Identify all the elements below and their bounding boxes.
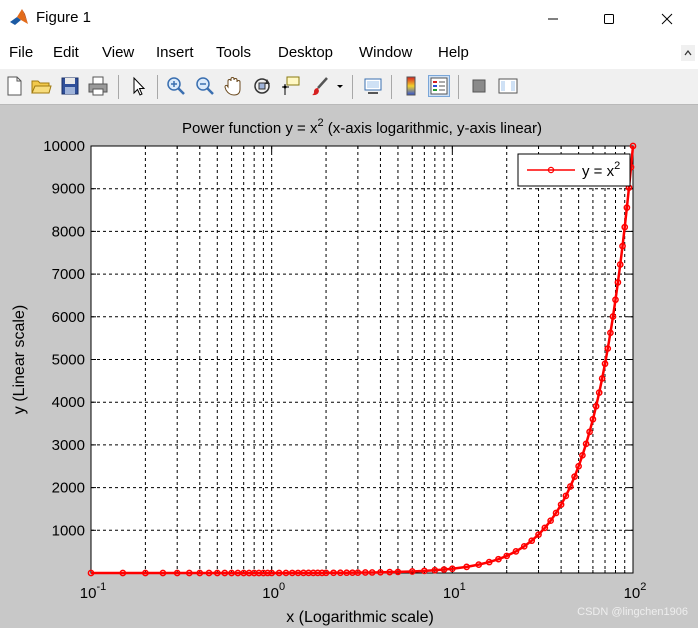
menu-file[interactable]: File	[9, 44, 33, 61]
menu-dock-arrow[interactable]	[681, 45, 695, 61]
zoom-out-icon[interactable]	[194, 75, 216, 97]
menu-window[interactable]: Window	[359, 44, 412, 61]
insert-colorbar-icon[interactable]	[400, 75, 422, 97]
legend: y = x2	[517, 153, 631, 187]
maximize-button[interactable]	[586, 0, 632, 37]
menu-tools[interactable]: Tools	[216, 44, 251, 61]
hide-plot-tools-icon[interactable]	[468, 75, 490, 97]
insert-legend-button[interactable]	[428, 75, 450, 97]
link-plot-icon[interactable]	[362, 75, 384, 97]
menu-view[interactable]: View	[102, 44, 134, 61]
brush-icon[interactable]	[309, 75, 331, 97]
edit-plot-cursor-icon[interactable]	[127, 75, 149, 97]
close-button[interactable]	[644, 0, 690, 37]
menu-edit[interactable]: Edit	[53, 44, 79, 61]
x-tick-label: 101	[443, 581, 466, 602]
print-figure-icon[interactable]	[87, 75, 109, 97]
open-file-icon[interactable]	[30, 75, 52, 97]
y-tick-label: 7000	[52, 266, 85, 283]
menu-insert[interactable]: Insert	[156, 44, 194, 61]
x-axis-label: x (Logarithmic scale)	[286, 609, 434, 626]
toolbar-separator	[352, 75, 353, 99]
y-tick-label: 6000	[52, 309, 85, 326]
y-tick-label: 8000	[52, 223, 85, 240]
maximize-icon	[604, 13, 614, 24]
toolbar-separator	[458, 75, 459, 99]
new-figure-icon[interactable]	[3, 75, 25, 97]
zoom-in-icon[interactable]	[165, 75, 187, 97]
pan-hand-icon[interactable]	[222, 75, 244, 97]
x-tick-label: 100	[262, 581, 285, 602]
y-tick-label: 3000	[52, 437, 85, 454]
rotate-3d-icon[interactable]	[251, 75, 273, 97]
toolbar-separator	[157, 75, 158, 99]
y-tick-label: 9000	[52, 181, 85, 198]
save-figure-icon[interactable]	[59, 75, 81, 97]
y-tick-label: 4000	[52, 394, 85, 411]
y-tick-label: 10000	[43, 138, 85, 155]
insert-legend-icon	[430, 77, 448, 95]
chart-title: Power function y = x2 (x-axis logarithmi…	[182, 117, 542, 137]
matlab-logo-icon	[10, 9, 28, 25]
dock-arrow-icon	[684, 50, 692, 56]
window-titlebar: Figure 1	[0, 0, 698, 37]
x-tick-label: 10-1	[80, 581, 106, 602]
toolbar-separator	[391, 75, 392, 99]
figure-toolbar	[0, 69, 698, 105]
y-tick-label: 1000	[52, 522, 85, 539]
y-axis-label: y (Linear scale)	[11, 305, 28, 414]
y-tick-label: 5000	[52, 352, 85, 369]
close-icon	[661, 13, 673, 24]
menu-desktop[interactable]: Desktop	[278, 44, 333, 61]
power-function-chart[interactable]: 1000 2000 3000 4000 5000 6000 7000 8000 9000 1000…	[0, 106, 698, 628]
toolbar-separator	[118, 75, 119, 99]
watermark-text: CSDN @lingchen1906	[577, 606, 688, 618]
y-tick-label: 2000	[52, 480, 85, 497]
x-tick-label: 102	[624, 581, 647, 602]
minimize-button[interactable]	[530, 0, 576, 37]
menu-help[interactable]: Help	[438, 44, 469, 61]
data-cursor-icon[interactable]	[279, 75, 301, 97]
show-plot-tools-icon[interactable]	[497, 75, 519, 97]
window-title: Figure 1	[36, 9, 92, 26]
menu-bar: File Edit View Insert Tools Desktop Wind…	[0, 37, 698, 69]
brush-dropdown-icon[interactable]	[333, 75, 347, 97]
minimize-icon	[548, 18, 558, 19]
